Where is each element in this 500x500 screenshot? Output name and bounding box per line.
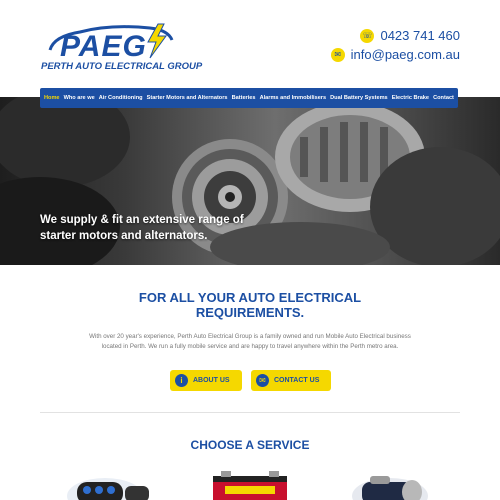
- starter-motor-image: [352, 476, 428, 500]
- contact-us-button[interactable]: ✉ CONTACT US: [251, 370, 331, 391]
- divider: [40, 412, 460, 413]
- nav-item-contact[interactable]: Contact: [433, 95, 454, 101]
- battery-image: [213, 471, 287, 500]
- main-nav: Home Who are we Air Conditioning Starter…: [40, 88, 458, 108]
- about-us-button[interactable]: i ABOUT US: [170, 370, 242, 391]
- logo-text: PAEG: [60, 30, 147, 63]
- logo-subtext: PERTH AUTO ELECTRICAL GROUP: [41, 61, 203, 72]
- services-title: CHOOSE A SERVICE: [190, 438, 310, 452]
- email-address[interactable]: info@paeg.com.au: [351, 47, 460, 62]
- nav-item-alarms[interactable]: Alarms and Immobilisers: [260, 95, 327, 101]
- paeg-logo[interactable]: PAEG PERTH AUTO ELECTRICAL GROUP: [40, 18, 203, 76]
- intro-paragraph: With over 20 year's experience, Perth Au…: [89, 333, 411, 350]
- nav-item-who-are-we[interactable]: Who are we: [64, 95, 95, 101]
- section-title-line1: FOR ALL YOUR AUTO ELECTRICAL: [138, 290, 362, 305]
- email-contact[interactable]: ✉ info@paeg.com.au: [330, 47, 460, 62]
- info-icon: i: [175, 374, 188, 387]
- car-remote-image: [67, 478, 149, 500]
- mail-icon: ✉: [330, 47, 345, 62]
- hero-text: We supply & fit an extensive range of st…: [40, 214, 244, 242]
- nav-item-air-conditioning[interactable]: Air Conditioning: [99, 95, 143, 101]
- phone-number[interactable]: 0423 741 460: [380, 28, 460, 43]
- service-card-starter-motors[interactable]: [340, 466, 430, 500]
- nav-item-dual-battery[interactable]: Dual Battery Systems: [330, 95, 388, 101]
- mail-icon: ✉: [256, 374, 269, 387]
- phone-icon: ☏: [360, 28, 375, 43]
- service-card-alarms[interactable]: [65, 466, 155, 500]
- nav-item-starter-motors[interactable]: Starter Motors and Alternators: [147, 95, 228, 101]
- site-header: PAEG PERTH AUTO ELECTRICAL GROUP ☏ 0423 …: [0, 0, 500, 88]
- service-card-batteries[interactable]: [205, 466, 295, 500]
- contact-us-label: CONTACT US: [274, 377, 320, 384]
- nav-item-home[interactable]: Home: [44, 95, 60, 101]
- section-title: FOR ALL YOUR AUTO ELECTRICAL REQUIREMENT…: [0, 290, 500, 320]
- phone-contact[interactable]: ☏ 0423 741 460: [360, 28, 460, 43]
- nav-item-batteries[interactable]: Batteries: [232, 95, 256, 101]
- nav-item-electric-brake[interactable]: Electric Brake: [392, 95, 429, 101]
- about-us-label: ABOUT US: [193, 377, 230, 384]
- section-title-line2: REQUIREMENTS.: [195, 305, 305, 320]
